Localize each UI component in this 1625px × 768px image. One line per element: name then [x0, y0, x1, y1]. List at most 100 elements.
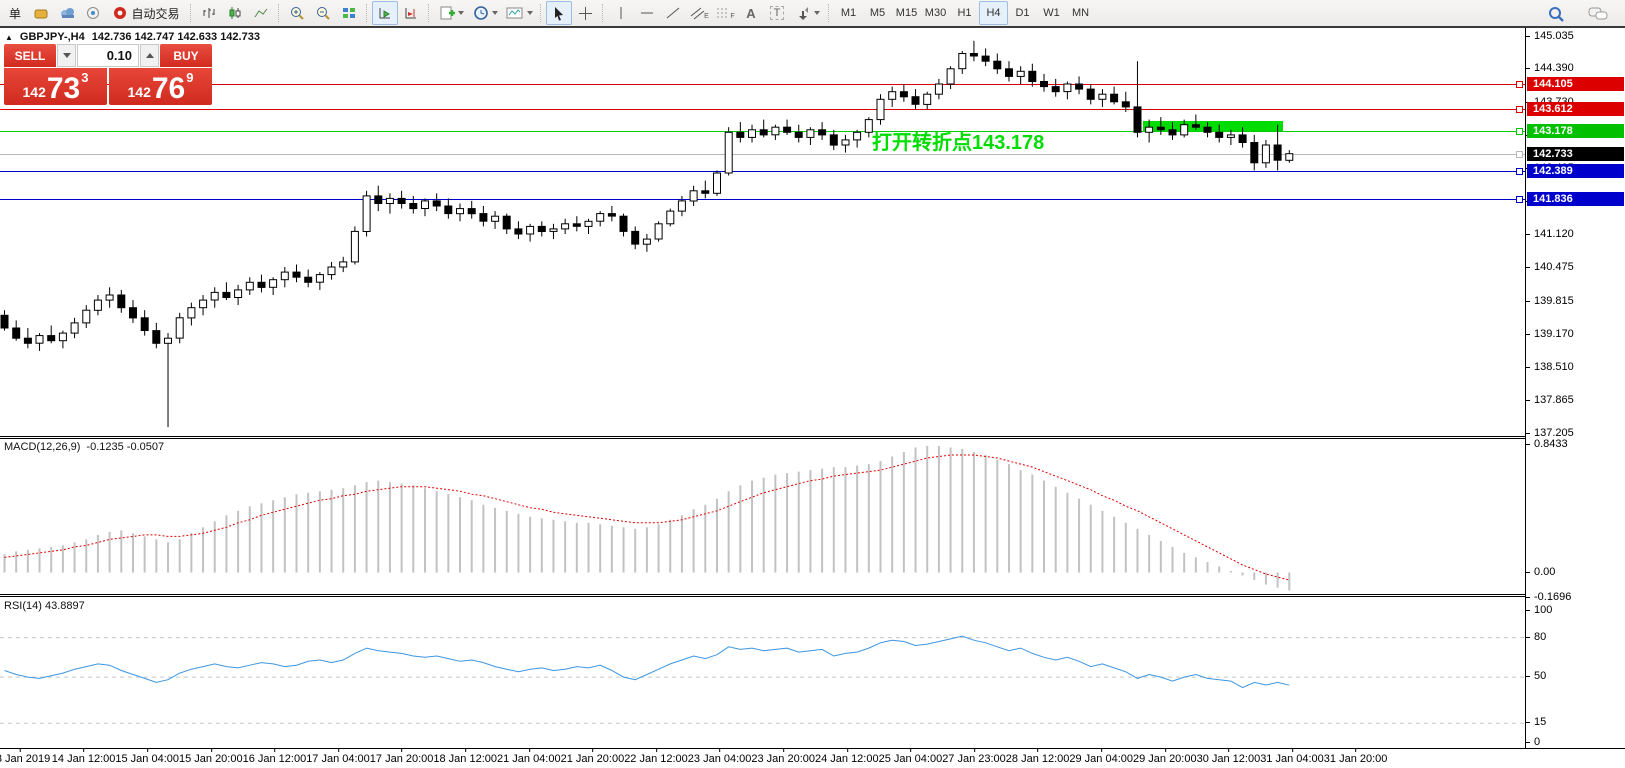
mt4-trading-app: { "toolbar": { "new_order_clipped": "单",… — [0, 0, 1625, 767]
volume-input[interactable]: 0.10 — [77, 44, 139, 67]
text-button[interactable]: A — [738, 1, 764, 25]
tile-windows-icon — [341, 6, 357, 20]
crosshair-button[interactable] — [572, 1, 598, 25]
horizontal-line-button[interactable] — [634, 1, 660, 25]
vertical-line-button[interactable] — [608, 1, 634, 25]
candle — [994, 54, 1001, 74]
volume-down-icon — [63, 53, 71, 58]
candle — [515, 221, 522, 239]
candle — [527, 224, 534, 242]
candle — [1239, 127, 1246, 147]
price-badge-support: 141.836 — [1527, 192, 1624, 206]
trendline-button[interactable] — [660, 1, 686, 25]
periods-button[interactable] — [468, 1, 502, 25]
timeframe-mn[interactable]: MN — [1066, 1, 1095, 25]
time-label: 18 Jan 12:00 — [433, 753, 497, 765]
auto-scroll-button[interactable] — [372, 1, 398, 25]
timeframe-m5[interactable]: M5 — [863, 1, 892, 25]
price-tick: 139.815 — [1534, 295, 1574, 307]
candle — [830, 130, 837, 150]
chart-annotation[interactable]: 打开转折点143.178 — [872, 126, 1044, 155]
macd-pane[interactable] — [0, 439, 1525, 594]
toolbar-separator — [190, 4, 192, 22]
price-tick: 139.170 — [1534, 328, 1574, 340]
chat-button[interactable] — [1585, 2, 1611, 26]
candle — [351, 226, 358, 264]
auto-trading-icon — [112, 6, 128, 20]
timeframe-h4[interactable]: H4 — [979, 1, 1008, 25]
indicators-caret — [458, 11, 464, 15]
volume-decrease-button[interactable] — [57, 44, 76, 67]
line-chart-icon — [253, 6, 269, 20]
chart-icon — [33, 6, 49, 20]
chart-shift-button[interactable] — [398, 1, 424, 25]
candle — [83, 305, 90, 328]
signals-button[interactable] — [80, 1, 106, 25]
timeframe-w1[interactable]: W1 — [1037, 1, 1066, 25]
equidistant-channel-button[interactable]: E — [686, 1, 712, 25]
pane-separator[interactable] — [0, 594, 1525, 597]
zoom-in-icon — [289, 6, 305, 21]
candle — [141, 310, 148, 335]
time-label: 30 Jan 12:00 — [1197, 753, 1261, 765]
candle — [760, 120, 767, 138]
timeframe-d1[interactable]: D1 — [1008, 1, 1037, 25]
timeframe-m30[interactable]: M30 — [921, 1, 950, 25]
price-axis[interactable]: 145.035144.390143.730143.085142.425141.7… — [1525, 28, 1625, 748]
buy-price-panel[interactable]: 142 76 9 — [109, 68, 212, 105]
cursor-button[interactable] — [546, 1, 572, 25]
publish-button[interactable] — [54, 1, 80, 25]
search-icon — [1547, 6, 1565, 23]
macd-values: -0.1235 -0.0507 — [86, 441, 164, 453]
candle — [1076, 76, 1083, 94]
new-order-button[interactable]: 单 — [2, 1, 28, 25]
candle — [1286, 150, 1293, 163]
price-chart-canvas[interactable] — [0, 28, 1525, 436]
time-label: 17 Jan 20:00 — [370, 753, 434, 765]
candle — [585, 219, 592, 234]
timeframe-m15[interactable]: M15 — [892, 1, 921, 25]
candle — [1134, 61, 1141, 137]
zoom-out-button[interactable] — [310, 1, 336, 25]
candle — [492, 211, 499, 229]
rsi-pane[interactable] — [0, 597, 1525, 748]
arrows-button[interactable] — [790, 1, 824, 25]
timeframe-m1[interactable]: M1 — [834, 1, 863, 25]
candle — [1262, 140, 1269, 168]
sell-price-panel[interactable]: 142 73 3 — [4, 68, 107, 105]
candle — [258, 275, 265, 293]
fibonacci-button[interactable]: F — [712, 1, 738, 25]
bar-chart-button[interactable] — [196, 1, 222, 25]
auto-trading-button[interactable]: 自动交易 — [106, 1, 186, 25]
line-chart-button[interactable] — [248, 1, 274, 25]
zoom-in-button[interactable] — [284, 1, 310, 25]
tile-windows-button[interactable] — [336, 1, 362, 25]
candle — [48, 326, 55, 344]
timeframe-h1[interactable]: H1 — [950, 1, 979, 25]
buy-button[interactable]: BUY — [160, 44, 212, 67]
time-axis[interactable]: 13 Jan 201914 Jan 12:0015 Jan 04:0015 Ja… — [0, 748, 1625, 768]
rsi-tick: 50 — [1534, 670, 1546, 682]
candle — [1251, 135, 1258, 171]
toolbar-separator — [428, 4, 430, 22]
candle — [889, 87, 896, 107]
price-badge-pivot: 143.178 — [1527, 124, 1624, 138]
sell-button[interactable]: SELL — [4, 44, 56, 67]
pane-separator[interactable] — [0, 436, 1525, 439]
candlestick-chart-button[interactable] — [222, 1, 248, 25]
candle — [667, 209, 674, 227]
symbol-marker-icon: ▲ — [5, 33, 13, 42]
candle — [165, 333, 172, 427]
price-tick: 145.035 — [1534, 30, 1574, 42]
text-label-button[interactable]: T — [764, 1, 790, 25]
volume-increase-button[interactable] — [140, 44, 159, 67]
templates-button[interactable] — [502, 1, 536, 25]
indicators-button[interactable] — [434, 1, 468, 25]
chart-icon-button[interactable] — [28, 1, 54, 25]
rsi-tick: 0 — [1534, 736, 1540, 748]
candle — [900, 84, 907, 102]
search-button[interactable] — [1543, 2, 1569, 26]
candle — [468, 201, 475, 219]
candlestick-chart — [0, 28, 1525, 436]
symbol-info-line: ▲ GBPJPY-,H4 142.736 142.747 142.633 142… — [5, 31, 260, 43]
